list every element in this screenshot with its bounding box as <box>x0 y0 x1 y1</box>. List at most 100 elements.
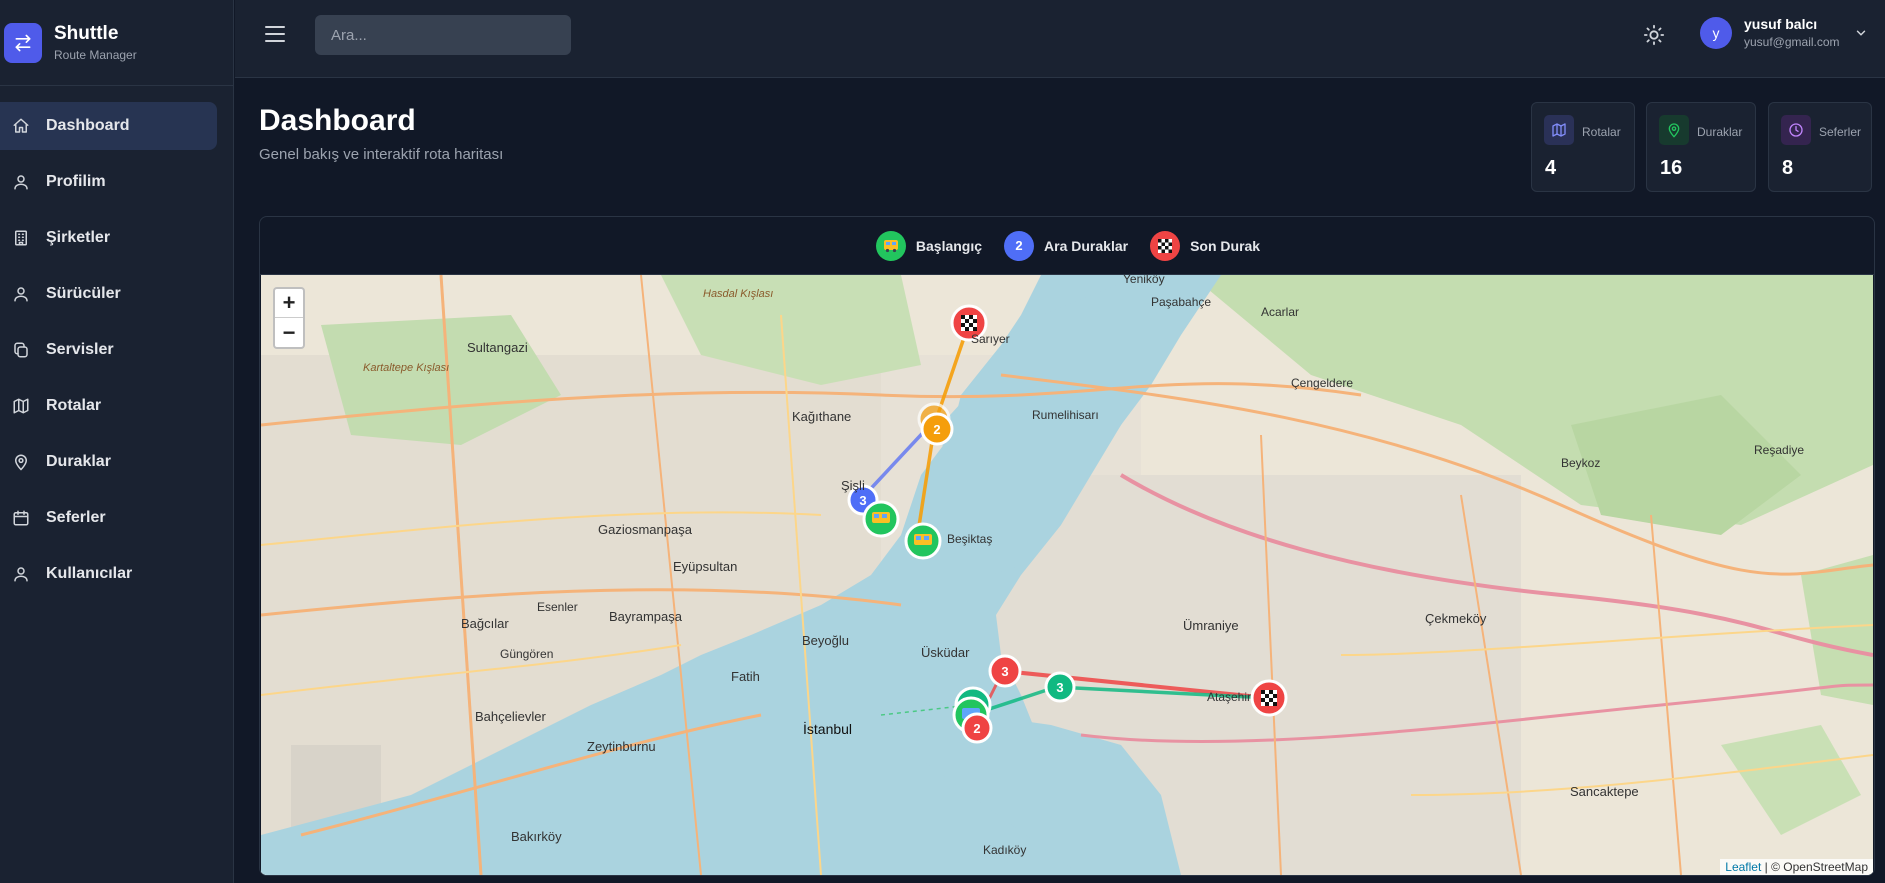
brand-subtitle: Route Manager <box>54 48 137 62</box>
map-label: Şişli <box>841 478 865 493</box>
stat-label: Seferler <box>1819 125 1862 139</box>
sidebar-item-label: Profilim <box>46 173 106 190</box>
svg-text:3: 3 <box>1001 664 1008 679</box>
map-attribution: Leaflet | © OpenStreetMap <box>1720 859 1873 875</box>
sidebar-item-kullanicilar[interactable]: Kullanıcılar <box>0 550 217 598</box>
legend-start: Başlangıç <box>875 230 983 261</box>
legend-marker-number: 2 <box>1004 230 1035 261</box>
intermediate-stop-marker[interactable]: 2 <box>961 712 993 744</box>
checkered-flag-icon <box>1150 230 1181 261</box>
intermediate-stop-marker[interactable]: 2 <box>917 402 954 446</box>
sidebar-item-seferler[interactable]: Seferler <box>0 494 217 542</box>
map-icon <box>1544 115 1574 145</box>
user-icon <box>14 175 28 190</box>
map-pin-icon <box>14 454 28 471</box>
sidebar-item-label: Duraklar <box>46 453 111 470</box>
map-label: Bakırköy <box>511 829 562 844</box>
route-map-card: Başlangıç 2 Ara Duraklar Son Durak 2 3 3… <box>259 216 1875 876</box>
legend-label: Ara Duraklar <box>1044 237 1129 254</box>
avatar: y <box>1700 16 1732 49</box>
svg-text:3: 3 <box>859 493 866 508</box>
end-stop-marker[interactable] <box>1250 679 1288 717</box>
svg-text:2: 2 <box>973 721 980 736</box>
page-title: Dashboard <box>259 104 416 137</box>
stat-card-duraklar: Duraklar 16 <box>1646 102 1756 192</box>
map-label: Esenler <box>537 600 578 614</box>
legend-end: Son Durak <box>1150 230 1261 261</box>
clock-icon <box>1781 115 1811 145</box>
sidebar-item-servisler[interactable]: Servisler <box>0 326 217 374</box>
stat-card-seferler: Seferler 8 <box>1768 102 1872 192</box>
sidebar-item-rotalar[interactable]: Rotalar <box>0 382 217 430</box>
leaflet-link[interactable]: Leaflet <box>1725 860 1761 874</box>
intermediate-stop-marker[interactable]: 3 <box>988 654 1022 688</box>
map-label: Üsküdar <box>921 645 970 660</box>
map-label: Rumelihisarı <box>1032 408 1099 422</box>
map-label: Bağcılar <box>461 616 509 631</box>
map-label: Beyoğlu <box>802 633 849 648</box>
map-label: Çengeldere <box>1291 376 1353 390</box>
legend-label: Son Durak <box>1190 237 1261 254</box>
sidebar-item-duraklar[interactable]: Duraklar <box>0 438 217 486</box>
map-label: Paşabahçe <box>1151 295 1211 309</box>
map-label: Zeytinburnu <box>587 739 656 754</box>
map-label: Reşadiye <box>1754 443 1804 457</box>
intermediate-stop-marker[interactable]: 3 <box>1044 671 1076 703</box>
stat-label: Duraklar <box>1697 125 1743 139</box>
legend-label: Başlangıç <box>915 237 983 254</box>
map-label: Kartaltepe Kışlası <box>363 362 449 374</box>
sidebar-item-label: Rotalar <box>46 397 102 414</box>
search-input[interactable] <box>315 15 571 55</box>
top-header: y yusuf balcı yusuf@gmail.com <box>235 0 1885 78</box>
building-icon <box>15 230 27 246</box>
map-legend: Başlangıç 2 Ara Duraklar Son Durak <box>260 217 1874 275</box>
sidebar-item-profilim[interactable]: Profilim <box>0 158 217 206</box>
sidebar-item-label: Servisler <box>46 341 114 358</box>
sidebar-item-label: Şirketler <box>46 229 111 246</box>
user-icon <box>14 287 28 302</box>
svg-text:3: 3 <box>1056 680 1063 695</box>
hamburger-menu-icon[interactable] <box>265 26 285 44</box>
map-zoom-control: + − <box>273 287 305 349</box>
sun-icon[interactable] <box>1643 24 1665 46</box>
zoom-in-button[interactable]: + <box>275 289 303 318</box>
map-tiles: 2 3 3 3 2 Sultangazi Gaziosmanpaşa Eyüps… <box>261 275 1873 875</box>
brand-title: Shuttle <box>54 23 119 44</box>
map-label: Yeniköy <box>1123 275 1165 286</box>
page-subtitle: Genel bakış ve interaktif rota haritası <box>259 146 504 163</box>
map-label: Gaziosmanpaşa <box>598 522 693 537</box>
map-label: Sancaktepe <box>1570 784 1639 799</box>
map-label: Güngören <box>500 647 553 661</box>
sidebar-item-label: Seferler <box>46 509 106 526</box>
interactive-map[interactable]: 2 3 3 3 2 Sultangazi Gaziosmanpaşa Eyüps… <box>261 275 1873 875</box>
map-label: İstanbul <box>803 720 852 737</box>
map-pin-icon <box>1659 115 1689 145</box>
sidebar-item-label: Dashboard <box>46 117 130 134</box>
user-menu[interactable]: y yusuf balcı yusuf@gmail.com <box>1700 16 1868 49</box>
calendar-icon <box>13 510 29 526</box>
svg-text:2: 2 <box>933 422 940 437</box>
stat-value: 8 <box>1782 157 1794 179</box>
map-label: Eyüpsultan <box>673 559 737 574</box>
sidebar-item-suruculer[interactable]: Sürücüler <box>0 270 217 318</box>
map-label: Sarıyer <box>971 332 1010 346</box>
attribution-text: | © OpenStreetMap <box>1761 860 1868 874</box>
bus-icon <box>875 230 906 261</box>
map-label: Ataşehir <box>1207 690 1251 704</box>
map-label: Kadıköy <box>983 843 1026 857</box>
map-label: Hasdal Kışlası <box>703 288 773 300</box>
map-label: Ümraniye <box>1183 618 1239 633</box>
map-label: Sultangazi <box>467 340 528 355</box>
zoom-out-button[interactable]: − <box>275 318 303 347</box>
map-label: Çekmeköy <box>1425 611 1487 626</box>
start-stop-marker[interactable] <box>862 500 900 538</box>
sidebar-item-label: Sürücüler <box>46 285 121 302</box>
map-label: Bahçelievler <box>475 709 546 724</box>
sidebar-item-dashboard[interactable]: Dashboard <box>0 102 217 150</box>
start-stop-marker[interactable] <box>904 522 942 560</box>
sidebar-item-sirketler[interactable]: Şirketler <box>0 214 217 262</box>
stat-label: Rotalar <box>1582 125 1621 139</box>
map-icon <box>13 398 29 414</box>
stat-card-rotalar: Rotalar 4 <box>1531 102 1635 192</box>
brand[interactable]: Shuttle Route Manager <box>0 0 233 86</box>
